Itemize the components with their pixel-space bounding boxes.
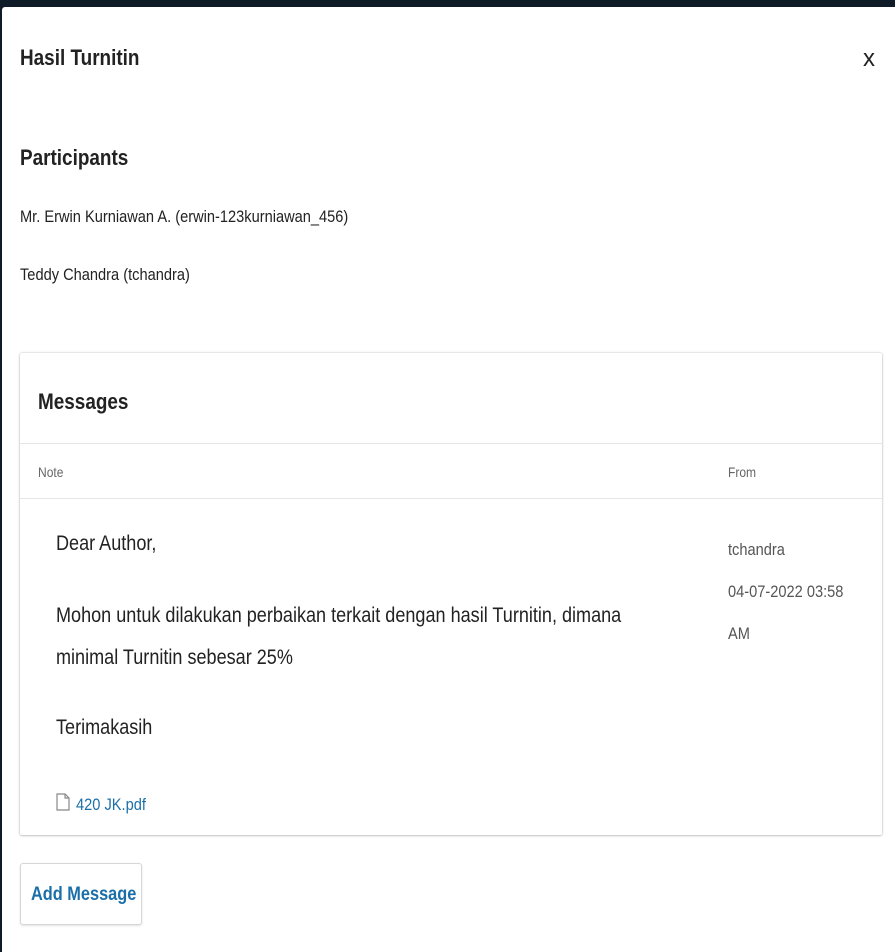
column-header-from: From (728, 464, 757, 480)
message-from-user: tchandra (728, 540, 785, 559)
messages-panel: Messages Note From Dear Author, Mohon un… (20, 353, 882, 835)
participant-item: Mr. Erwin Kurniawan A. (erwin-123kurniaw… (20, 207, 349, 226)
attachment-filename[interactable]: 420 JK.pdf (76, 795, 146, 815)
file-icon (56, 793, 70, 816)
message-body-line: Mohon untuk dilakukan perbaikan terkait … (56, 604, 622, 627)
message-closing: Terimakasih (56, 716, 153, 739)
message-date: 04-07-2022 03:58 (728, 582, 844, 601)
modal-dialog: Hasil Turnitin x Participants Mr. Erwin … (2, 7, 895, 952)
message-body-line: minimal Turnitin sebesar 25% (56, 646, 293, 669)
attachment-link[interactable]: 420 JK.pdf (56, 793, 157, 816)
messages-table-header: Note From (20, 443, 882, 499)
messages-heading: Messages (38, 389, 129, 414)
message-note: Dear Author, Mohon untuk dilakukan perba… (56, 523, 696, 749)
message-time-suffix: AM (728, 624, 750, 643)
column-header-note: Note (38, 464, 64, 480)
close-icon[interactable]: x (863, 47, 875, 71)
participants-heading: Participants (20, 145, 129, 170)
message-from: tchandra 04-07-2022 03:58 AM (728, 529, 868, 655)
message-greeting: Dear Author, (56, 532, 157, 555)
add-message-button[interactable]: Add Message (20, 863, 142, 925)
modal-title: Hasil Turnitin (20, 45, 140, 70)
participant-item: Teddy Chandra (tchandra) (20, 265, 190, 284)
add-message-label: Add Message (31, 884, 137, 905)
